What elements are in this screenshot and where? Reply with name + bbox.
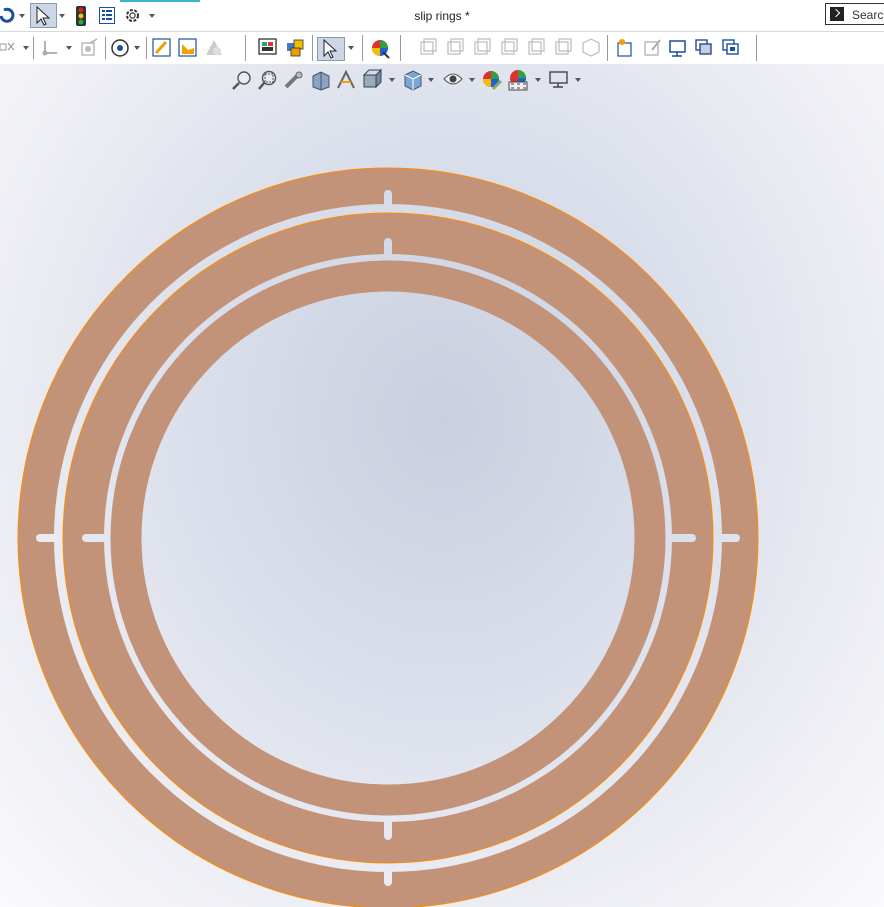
toolbar-separator xyxy=(400,35,401,61)
smart-dimension-icon[interactable] xyxy=(152,38,172,58)
toolbar-separator xyxy=(146,37,147,59)
toolbar-separator xyxy=(756,35,757,61)
window-title: slip rings * xyxy=(414,9,470,23)
slip-rings-model[interactable] xyxy=(0,64,884,907)
sketch-chart-icon[interactable] xyxy=(178,38,198,58)
datum-dropdown-arrow[interactable] xyxy=(66,46,72,50)
toolbar-separator xyxy=(362,35,363,61)
toolbar-separator xyxy=(312,35,313,61)
search-box[interactable]: Search xyxy=(825,3,884,25)
search-label: Search xyxy=(852,8,884,22)
active-tab-indicator xyxy=(120,0,200,2)
ring-fill xyxy=(62,212,714,864)
sketch-icon[interactable] xyxy=(0,40,16,56)
graphics-area[interactable] xyxy=(0,64,884,907)
toolbar-separator xyxy=(105,37,106,59)
drawing-icons[interactable] xyxy=(616,38,746,58)
revolve-dropdown-arrow[interactable] xyxy=(134,46,140,50)
cone-icon[interactable] xyxy=(205,39,223,57)
datum-icon[interactable] xyxy=(41,39,59,57)
title-bar: slip rings * Search xyxy=(0,0,884,32)
toolbar-separator xyxy=(33,37,34,59)
appearance-icon[interactable] xyxy=(369,37,391,59)
sketch-dropdown-arrow[interactable] xyxy=(23,46,29,50)
search-icon xyxy=(830,7,844,21)
command-bar xyxy=(0,32,884,65)
revolve-icon[interactable] xyxy=(110,38,130,58)
reference-icon[interactable] xyxy=(81,38,99,57)
middle-ring[interactable] xyxy=(62,212,714,864)
toolbar-separator xyxy=(607,35,608,61)
select-arrow-icon xyxy=(323,38,338,59)
view-standard-icons[interactable] xyxy=(419,38,605,57)
select-dropdown-arrow[interactable] xyxy=(348,46,354,50)
assembly-icon[interactable] xyxy=(285,38,305,58)
layout-icon[interactable] xyxy=(258,38,278,58)
toolbar-separator xyxy=(245,35,246,61)
